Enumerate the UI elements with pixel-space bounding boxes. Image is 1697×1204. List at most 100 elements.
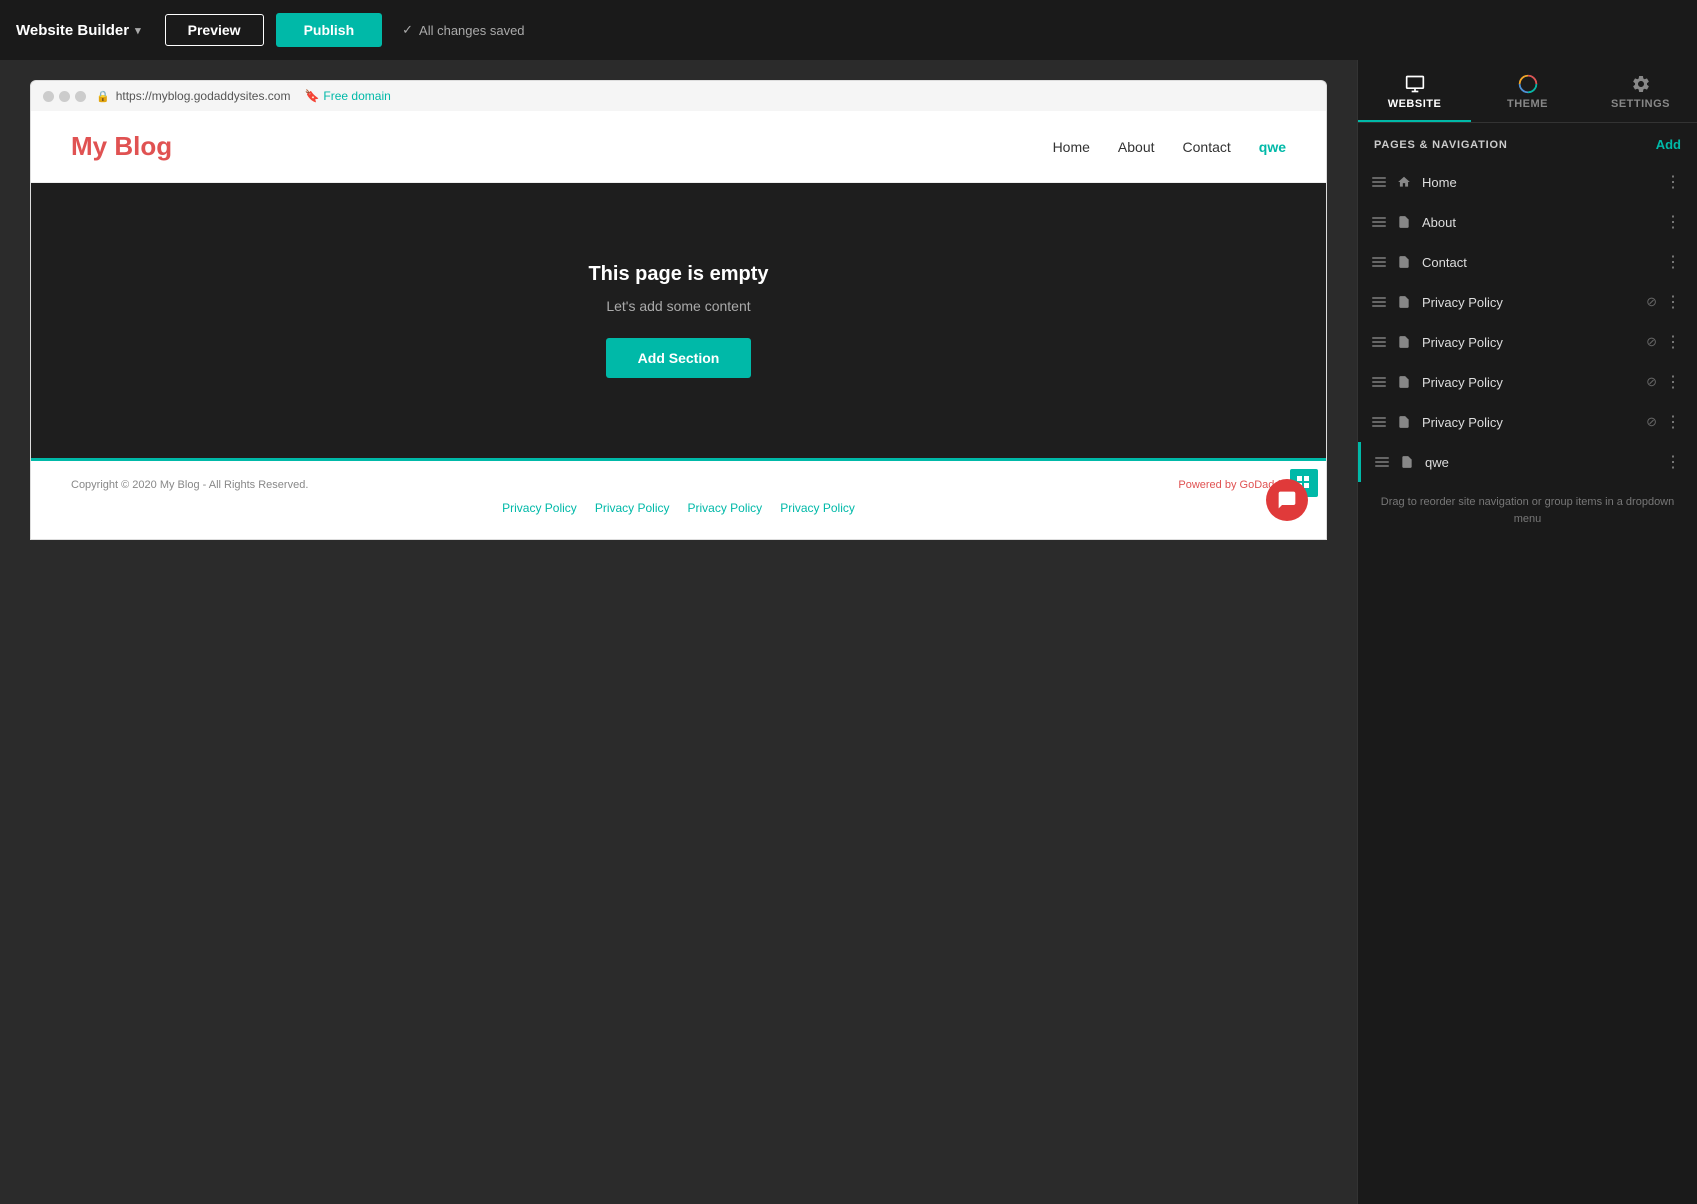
drag-handle-contact[interactable] xyxy=(1372,257,1386,267)
nav-item-privacy-2-actions: ⊘ ⋮ xyxy=(1646,332,1683,352)
chat-icon xyxy=(1277,490,1297,510)
page-icon-privacy-1 xyxy=(1396,294,1412,310)
nav-item-about[interactable]: About ⋮ xyxy=(1358,202,1697,242)
empty-page-title: This page is empty xyxy=(588,263,768,286)
nav-item-qwe[interactable]: qwe ⋮ xyxy=(1358,442,1697,482)
nav-item-privacy-2-label: Privacy Policy xyxy=(1422,335,1636,350)
nav-item-contact[interactable]: Contact ⋮ xyxy=(1358,242,1697,282)
nav-home[interactable]: Home xyxy=(1053,139,1090,155)
brand[interactable]: Website Builder ▾ xyxy=(16,22,141,39)
browser-dots xyxy=(43,91,86,102)
nav-item-home-more[interactable]: ⋮ xyxy=(1663,172,1683,192)
free-domain-label: Free domain xyxy=(323,89,390,103)
tab-settings-label: SETTINGS xyxy=(1611,98,1670,110)
nav-item-privacy-4[interactable]: Privacy Policy ⊘ ⋮ xyxy=(1358,402,1697,442)
drag-handle-privacy-4[interactable] xyxy=(1372,417,1386,427)
nav-item-contact-actions: ⋮ xyxy=(1663,252,1683,272)
nav-item-qwe-more[interactable]: ⋮ xyxy=(1663,452,1683,472)
footer-link-3[interactable]: Privacy Policy xyxy=(688,501,763,515)
website-icon xyxy=(1405,74,1425,94)
right-sidebar: WEBSITE TheME SETTINGS xyxy=(1357,60,1697,1204)
site-preview: My Blog Home About Contact qwe This page… xyxy=(30,111,1327,540)
footer-link-2[interactable]: Privacy Policy xyxy=(595,501,670,515)
site-header: My Blog Home About Contact qwe xyxy=(31,111,1326,183)
preview-button[interactable]: Preview xyxy=(165,14,264,46)
footer-links: Privacy Policy Privacy Policy Privacy Po… xyxy=(71,501,1286,515)
hidden-icon-4: ⊘ xyxy=(1646,414,1657,430)
url-text: https://myblog.godaddysites.com xyxy=(116,89,291,103)
tab-theme[interactable]: TheME xyxy=(1471,60,1584,122)
nav-item-privacy-1[interactable]: Privacy Policy ⊘ ⋮ xyxy=(1358,282,1697,322)
drag-handle-home[interactable] xyxy=(1372,177,1386,187)
browser-dot-yellow xyxy=(59,91,70,102)
settings-icon xyxy=(1631,74,1651,94)
add-section-button[interactable]: Add Section xyxy=(606,338,752,378)
sidebar-tabs: WEBSITE TheME SETTINGS xyxy=(1358,60,1697,123)
tab-settings[interactable]: SETTINGS xyxy=(1584,60,1697,122)
nav-item-privacy-3[interactable]: Privacy Policy ⊘ ⋮ xyxy=(1358,362,1697,402)
nav-item-privacy-4-label: Privacy Policy xyxy=(1422,415,1636,430)
sidebar-section-header: PAGES & NAVIGATION Add xyxy=(1358,123,1697,162)
drag-handle-about[interactable] xyxy=(1372,217,1386,227)
empty-page-subtitle: Let's add some content xyxy=(606,298,750,314)
drag-handle-privacy-1[interactable] xyxy=(1372,297,1386,307)
hidden-icon-1: ⊘ xyxy=(1646,294,1657,310)
page-icon-privacy-2 xyxy=(1396,334,1412,350)
add-page-button[interactable]: Add xyxy=(1656,137,1681,152)
footer-link-1[interactable]: Privacy Policy xyxy=(502,501,577,515)
browser-dot-red xyxy=(43,91,54,102)
page-icon-privacy-3 xyxy=(1396,374,1412,390)
nav-item-home[interactable]: Home ⋮ xyxy=(1358,162,1697,202)
browser-dot-green xyxy=(75,91,86,102)
tab-website[interactable]: WEBSITE xyxy=(1358,60,1471,122)
publish-button[interactable]: Publish xyxy=(276,13,383,47)
nav-item-home-label: Home xyxy=(1422,175,1653,190)
nav-item-about-more[interactable]: ⋮ xyxy=(1663,212,1683,232)
free-domain-icon: 🔖 xyxy=(304,89,319,103)
browser-chrome: 🔒 https://myblog.godaddysites.com 🔖 Free… xyxy=(30,80,1327,111)
nav-item-contact-more[interactable]: ⋮ xyxy=(1663,252,1683,272)
saved-status: ✓ All changes saved xyxy=(402,22,524,38)
free-domain-badge: 🔖 Free domain xyxy=(304,89,390,103)
drag-handle-qwe[interactable] xyxy=(1375,457,1389,467)
main-layout: 🔒 https://myblog.godaddysites.com 🔖 Free… xyxy=(0,60,1697,1204)
theme-icon xyxy=(1518,74,1538,94)
site-nav: Home About Contact qwe xyxy=(1053,139,1286,155)
hidden-icon-3: ⊘ xyxy=(1646,374,1657,390)
nav-item-privacy-3-more[interactable]: ⋮ xyxy=(1663,372,1683,392)
footer-copyright: Copyright © 2020 My Blog - All Rights Re… xyxy=(71,479,308,491)
nav-item-contact-label: Contact xyxy=(1422,255,1653,270)
nav-item-privacy-4-actions: ⊘ ⋮ xyxy=(1646,412,1683,432)
nav-item-home-actions: ⋮ xyxy=(1663,172,1683,192)
tab-theme-label: TheME xyxy=(1507,98,1548,110)
footer-top-row: Copyright © 2020 My Blog - All Rights Re… xyxy=(71,479,1286,491)
page-icon-qwe xyxy=(1399,454,1415,470)
nav-item-privacy-1-more[interactable]: ⋮ xyxy=(1663,292,1683,312)
drag-handle-privacy-2[interactable] xyxy=(1372,337,1386,347)
nav-contact[interactable]: Contact xyxy=(1183,139,1231,155)
nav-item-qwe-actions: ⋮ xyxy=(1663,452,1683,472)
brand-chevron-icon: ▾ xyxy=(135,24,141,37)
sidebar-content: PAGES & NAVIGATION Add Home ⋮ xyxy=(1358,123,1697,1204)
footer-link-4[interactable]: Privacy Policy xyxy=(780,501,855,515)
canvas-area: 🔒 https://myblog.godaddysites.com 🔖 Free… xyxy=(0,60,1357,1204)
saved-label: All changes saved xyxy=(419,23,525,38)
hidden-icon-2: ⊘ xyxy=(1646,334,1657,350)
nav-item-privacy-2[interactable]: Privacy Policy ⊘ ⋮ xyxy=(1358,322,1697,362)
topbar: Website Builder ▾ Preview Publish ✓ All … xyxy=(0,0,1697,60)
empty-page: This page is empty Let's add some conten… xyxy=(31,183,1326,458)
home-icon xyxy=(1396,174,1412,190)
nav-about[interactable]: About xyxy=(1118,139,1155,155)
drag-handle-privacy-3[interactable] xyxy=(1372,377,1386,387)
nav-item-privacy-4-more[interactable]: ⋮ xyxy=(1663,412,1683,432)
nav-item-privacy-3-actions: ⊘ ⋮ xyxy=(1646,372,1683,392)
nav-item-privacy-2-more[interactable]: ⋮ xyxy=(1663,332,1683,352)
nav-qwe[interactable]: qwe xyxy=(1259,139,1286,155)
page-icon-privacy-4 xyxy=(1396,414,1412,430)
chat-button[interactable] xyxy=(1266,479,1308,521)
sidebar-hint: Drag to reorder site navigation or group… xyxy=(1358,482,1697,539)
nav-item-privacy-3-label: Privacy Policy xyxy=(1422,375,1636,390)
browser-url: 🔒 https://myblog.godaddysites.com 🔖 Free… xyxy=(96,89,391,103)
page-icon-contact xyxy=(1396,254,1412,270)
site-logo[interactable]: My Blog xyxy=(71,131,172,162)
